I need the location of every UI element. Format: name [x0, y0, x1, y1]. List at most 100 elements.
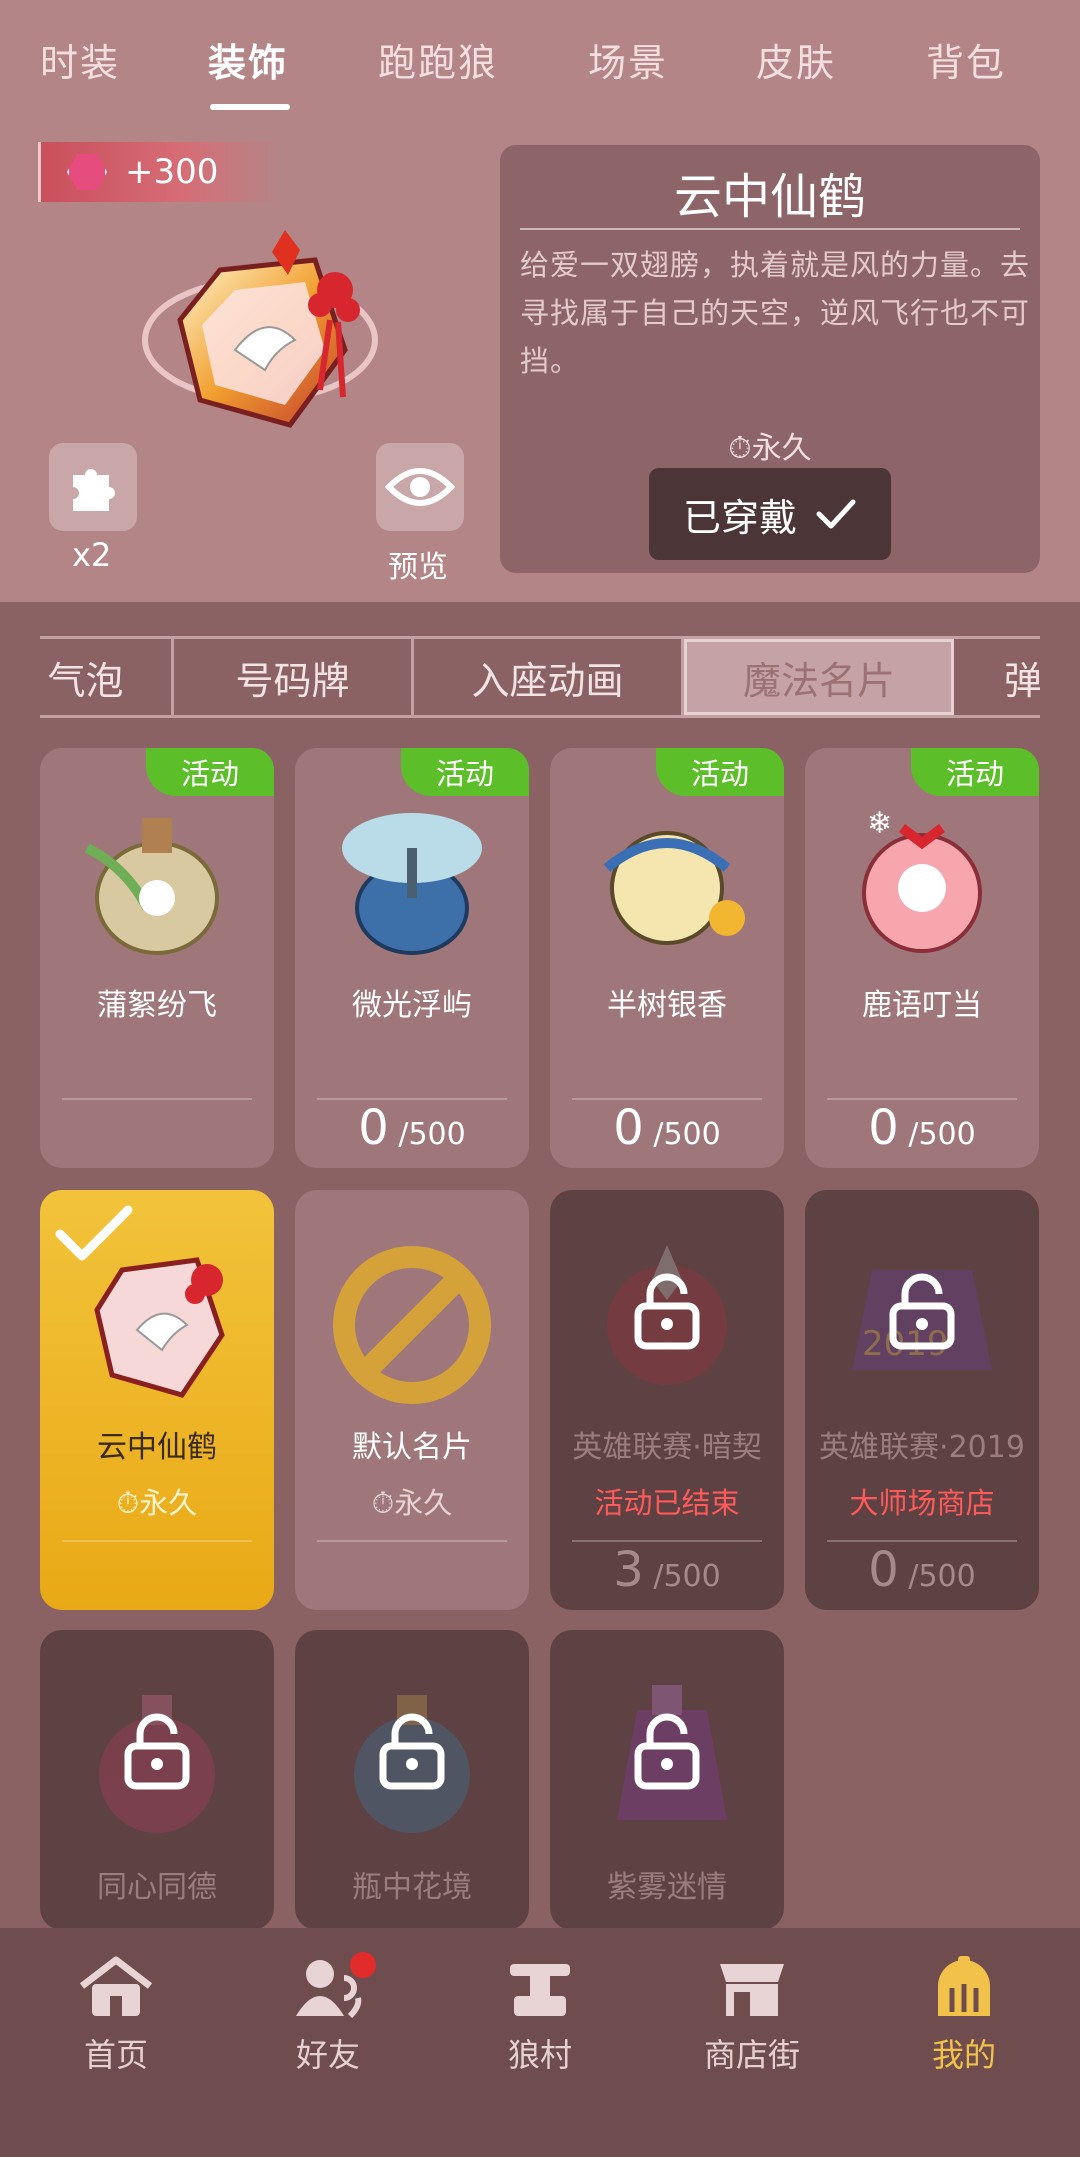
- crane-card-art: [94, 1257, 225, 1398]
- check-icon: [816, 499, 856, 529]
- category-tab-bar: 气泡 号码牌 入座动画 魔法名片 弹: [40, 636, 1040, 718]
- card-name: 默认名片: [352, 1430, 472, 1465]
- tab-skin[interactable]: 皮肤: [756, 32, 836, 87]
- card-duration-value: 永久: [394, 1486, 453, 1520]
- card-name: 英雄联赛·2019: [819, 1430, 1025, 1465]
- nav-label: 狼村: [507, 2036, 572, 2074]
- card-item[interactable]: 活动 蒲絮纷飞: [40, 748, 274, 1168]
- nav-label: 好友: [295, 2036, 360, 2074]
- card-duration-value: 永久: [139, 1486, 198, 1520]
- svg-text:❄: ❄: [867, 806, 892, 841]
- card-name: 同心同德: [97, 1870, 217, 1905]
- fragment-button[interactable]: [49, 443, 137, 531]
- nav-shop-street[interactable]: 商店街: [672, 1954, 832, 2084]
- magic-card-art: [140, 230, 390, 450]
- prohibited-icon: [333, 1246, 491, 1404]
- card-divider: [62, 1540, 252, 1542]
- top-tab-bar: 时装 装饰 跑跑狼 场景 皮肤 背包: [0, 0, 1080, 112]
- progress-current: 0: [358, 1100, 389, 1156]
- lock-icon: [124, 1713, 190, 1790]
- fragment-count: x2: [72, 536, 112, 574]
- timer-icon: ⏱: [116, 1486, 140, 1520]
- card-duration: ⏱永久: [40, 1480, 274, 1522]
- shop-icon: [720, 1964, 784, 2016]
- nav-label: 首页: [83, 2036, 148, 2074]
- card-name: 紫雾迷情: [607, 1870, 727, 1905]
- progress-current: 0: [613, 1100, 644, 1156]
- lock-icon: [379, 1713, 445, 1790]
- timer-icon: ⏱: [728, 431, 752, 466]
- nav-label: 商店街: [703, 2036, 800, 2074]
- card-item-locked[interactable]: 瓶中花境: [295, 1630, 529, 1930]
- tab-runner-wolf[interactable]: 跑跑狼: [378, 32, 498, 87]
- card-name: 英雄联赛·暗契: [572, 1430, 762, 1465]
- card-item[interactable]: 活动 半树银香 0 /500: [550, 748, 784, 1168]
- bottle-art: [84, 818, 219, 955]
- lantern-icon: [938, 1956, 990, 2016]
- card-item-locked[interactable]: 同心同德: [40, 1630, 274, 1930]
- item-detail-card: 云中仙鹤 给爱一双翅膀，执着就是风的力量。去寻找属于自己的天空，逆风飞行也不可挡…: [500, 145, 1040, 573]
- card-divider: [317, 1540, 507, 1542]
- glasses-icon: [67, 154, 107, 190]
- subtab-number-plate[interactable]: 号码牌: [174, 639, 414, 715]
- card-name: 微光浮屿: [352, 988, 472, 1023]
- card-name: 瓶中花境: [352, 1870, 472, 1905]
- subtab-bubble[interactable]: 气泡: [40, 639, 174, 715]
- card-item-locked[interactable]: 英雄联赛·暗契 活动已结束 3 /500: [550, 1190, 784, 1610]
- points-badge: +300: [38, 142, 278, 202]
- card-item-locked[interactable]: 2019 英雄联赛·2019 大师场商店 0 /500: [805, 1190, 1039, 1610]
- lock-icon: [889, 1273, 955, 1350]
- nav-wolf-village[interactable]: 狼村: [460, 1954, 620, 2084]
- card-progress: 3 /500: [550, 1542, 784, 1598]
- notification-dot: [350, 1952, 376, 1978]
- preview-label: 预览: [388, 550, 448, 585]
- eye-icon: [385, 468, 455, 506]
- card-name: 鹿语叮当: [862, 988, 982, 1023]
- progress-total: /500: [653, 1117, 721, 1152]
- active-tab-indicator: [210, 104, 290, 110]
- subtab-magic-card[interactable]: 魔法名片: [684, 639, 954, 715]
- card-name: 蒲絮纷飞: [97, 988, 217, 1023]
- tab-scene[interactable]: 场景: [588, 32, 668, 87]
- item-duration-value: 永久: [751, 431, 812, 466]
- tab-decoration[interactable]: 装饰: [208, 32, 288, 87]
- bottom-nav: 首页 好友 狼村 商店街 我的: [0, 1928, 1080, 2157]
- progress-total: /500: [398, 1117, 466, 1152]
- nav-home[interactable]: 首页: [36, 1954, 196, 2084]
- preview-button[interactable]: [376, 443, 464, 531]
- card-status: 大师场商店: [849, 1486, 995, 1520]
- title-divider: [520, 228, 1020, 230]
- card-divider: [62, 1098, 252, 1100]
- progress-total: /500: [908, 1559, 976, 1594]
- tab-backpack[interactable]: 背包: [926, 32, 1006, 87]
- card-item[interactable]: 默认名片 ⏱永久: [295, 1190, 529, 1610]
- card-progress: 0 /500: [805, 1100, 1039, 1156]
- card-item[interactable]: 活动 ❄ 鹿语叮当 0 /500: [805, 748, 1039, 1168]
- progress-current: 0: [868, 1100, 899, 1156]
- bottle-art: [603, 831, 745, 945]
- card-name: 云中仙鹤: [97, 1430, 217, 1465]
- card-progress: 0 /500: [550, 1100, 784, 1156]
- item-description: 给爱一双翅膀，执着就是风的力量。去寻找属于自己的天空，逆风飞行也不可挡。: [520, 248, 1031, 378]
- subtab-seat-animation[interactable]: 入座动画: [414, 639, 684, 715]
- progress-current: 0: [868, 1542, 899, 1598]
- card-name: 半树银香: [607, 988, 727, 1023]
- item-duration: ⏱永久: [500, 423, 1040, 467]
- subtab-more[interactable]: 弹: [954, 639, 1040, 715]
- card-item-locked[interactable]: 紫雾迷情: [550, 1630, 784, 1930]
- tab-fashion[interactable]: 时装: [40, 32, 120, 87]
- item-title: 云中仙鹤: [673, 169, 866, 225]
- card-progress: 0 /500: [805, 1542, 1039, 1598]
- lock-icon: [634, 1273, 700, 1350]
- house-icon: [79, 1956, 153, 2016]
- card-item-selected[interactable]: 云中仙鹤 ⏱永久: [40, 1190, 274, 1610]
- puzzle-piece-icon: [73, 469, 115, 511]
- nav-mine[interactable]: 我的: [884, 1954, 1044, 2084]
- progress-current: 3: [613, 1542, 644, 1598]
- card-item[interactable]: 活动 微光浮屿 0 /500: [295, 748, 529, 1168]
- bottle-art: [342, 813, 482, 955]
- nav-friends[interactable]: 好友: [248, 1952, 408, 2084]
- worn-button[interactable]: 已穿戴: [649, 468, 891, 560]
- progress-total: /500: [908, 1117, 976, 1152]
- card-duration: ⏱永久: [295, 1480, 529, 1522]
